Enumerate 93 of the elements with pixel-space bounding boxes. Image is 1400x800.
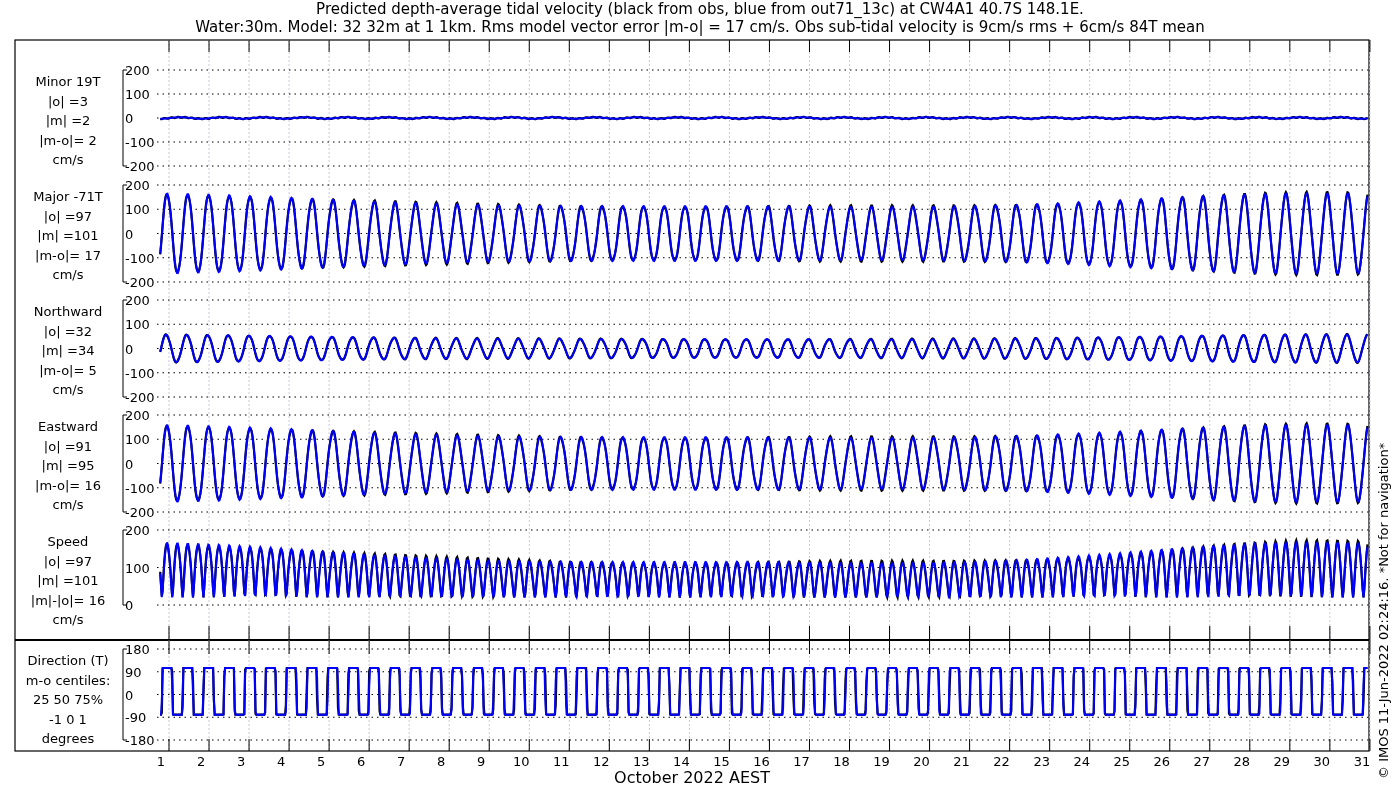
panel-label: |m| =95	[41, 458, 95, 473]
x-tick-label: 6	[357, 754, 366, 769]
y-tick-label: -100	[125, 365, 155, 381]
x-tick-label: 1	[156, 754, 166, 769]
x-tick-label: 20	[913, 754, 930, 769]
y-tick-label: 0	[125, 598, 134, 613]
y-tick-label: 100	[125, 560, 150, 576]
panel-label: |m-o|= 5	[39, 362, 97, 378]
x-tick-label: 28	[1233, 754, 1251, 769]
panel-label: cm/s	[52, 267, 84, 282]
y-tick-label: 200	[125, 293, 150, 308]
panel-label: |m| =2	[45, 113, 91, 128]
x-tick-label: 12	[593, 754, 610, 769]
x-tick-label: 16	[753, 754, 770, 769]
panel-label: m-o centiles:	[25, 672, 111, 688]
y-tick-label: 180	[125, 642, 150, 657]
x-tick-label: 21	[953, 754, 970, 769]
panel-label: |m|-|o|= 16	[30, 592, 106, 608]
x-tick-label: 19	[873, 754, 890, 769]
x-tick-label: 18	[833, 754, 850, 769]
y-tick-label: 200	[125, 408, 150, 423]
x-tick-label: 27	[1193, 754, 1211, 769]
chart-title: Water:30m. Model: 32 32m at 1 1km. Rms model vector error |m-o| = 17 cm/s. Obs sub-tidal velocity is 9cm/s rms + 6cm/s 84T mean	[195, 18, 1205, 36]
panel-label: cm/s	[52, 152, 84, 167]
panel-label: -1 0 1	[49, 711, 87, 727]
y-tick-label: 90	[125, 664, 142, 680]
y-tick-label: -200	[125, 159, 155, 174]
panel-label: degrees	[41, 731, 95, 746]
y-tick-label: -200	[125, 275, 155, 290]
y-tick-label: 200	[125, 178, 150, 193]
x-tick-label: 30	[1313, 754, 1331, 769]
x-tick-label: 31	[1353, 754, 1371, 769]
panel-label: |m| =34	[41, 343, 95, 358]
x-tick-label: 15	[713, 754, 730, 769]
y-tick-label: -180	[125, 733, 155, 748]
panel-label: |m| =101	[37, 573, 99, 588]
x-tick-label: 25	[1113, 754, 1130, 769]
x-tick-label: 2	[196, 754, 206, 769]
panel-label: cm/s	[52, 382, 84, 397]
copyright-note: © IMOS 11-Jun-2022 02:24:16. *Not for navigation*	[1376, 442, 1391, 779]
x-tick-label: 13	[633, 754, 650, 769]
y-tick-label: 100	[125, 202, 150, 218]
panel-label: cm/s	[52, 497, 84, 512]
x-tick-label: 7	[397, 754, 406, 769]
y-tick-label: -100	[125, 250, 155, 266]
x-tick-label: 22	[993, 754, 1010, 769]
panel-label: |o| =97	[43, 553, 93, 569]
x-tick-label: 17	[793, 754, 810, 769]
panel-label: |o| =32	[43, 323, 93, 339]
panel-label: Direction (T)	[27, 653, 109, 668]
y-tick-label: 200	[125, 523, 150, 538]
panel-label: |o| =91	[43, 438, 93, 454]
panel-label: |m| =101	[37, 228, 99, 243]
x-tick-label: 8	[437, 754, 446, 769]
x-tick-label: 14	[673, 754, 690, 769]
x-tick-label: 29	[1273, 754, 1291, 769]
panel-label: |o| =3	[48, 93, 88, 109]
x-axis-label: October 2022 AEST	[614, 768, 770, 787]
y-tick-label: 0	[125, 456, 134, 472]
panel-label: |m-o|= 17	[35, 247, 101, 263]
y-tick-label: 100	[125, 87, 150, 102]
x-tick-label: 11	[553, 754, 570, 769]
panel-label: Speed	[47, 534, 89, 549]
x-tick-label: 26	[1153, 754, 1170, 769]
y-tick-label: 0	[125, 341, 134, 357]
y-tick-label: -100	[125, 480, 155, 496]
y-tick-label: -90	[125, 710, 147, 726]
panel-label: Northward	[33, 304, 103, 319]
y-tick-label: -200	[125, 390, 155, 405]
y-tick-label: 100	[125, 432, 150, 448]
y-tick-label: -200	[125, 505, 155, 520]
y-tick-label: 0	[125, 226, 134, 242]
x-tick-label: 4	[276, 754, 286, 769]
panel-label: Eastward	[38, 419, 98, 434]
x-tick-label: 5	[317, 754, 326, 769]
x-tick-label: 10	[513, 754, 530, 769]
y-tick-label: 0	[125, 111, 134, 126]
panel-label: |o| =97	[43, 208, 93, 224]
y-tick-label: 200	[125, 63, 150, 78]
y-tick-label: 0	[125, 687, 134, 703]
panel-label: |m-o|= 16	[35, 477, 101, 493]
panel-label: Major -71T	[33, 189, 103, 204]
panel-label: |m-o|= 2	[39, 132, 97, 148]
y-tick-label: 100	[125, 317, 150, 333]
x-tick-label: 24	[1073, 754, 1090, 769]
chart-title: Predicted depth-average tidal velocity (black from obs, blue from out71_13c) at CW4A1 40.7S 148.1E.	[316, 0, 1084, 18]
panel-label: cm/s	[52, 612, 84, 627]
x-tick-label: 3	[236, 754, 246, 769]
panel-label: 25 50 75%	[32, 692, 104, 707]
y-tick-label: -100	[125, 135, 155, 150]
x-tick-label: 23	[1033, 754, 1050, 769]
x-tick-label: 9	[477, 754, 486, 769]
panel-label: Minor 19T	[35, 74, 101, 89]
